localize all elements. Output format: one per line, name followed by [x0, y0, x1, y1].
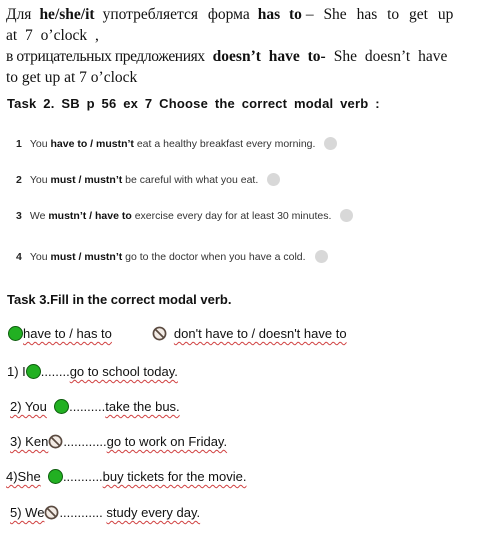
answer-circle-icon[interactable]	[314, 250, 328, 263]
intro-line-3: в отрицательных предложениях doesn’t have…	[6, 46, 494, 67]
sentence-subject: 1) I	[7, 364, 26, 379]
task3-title: Task 3.Fill in the correct modal verb.	[7, 292, 232, 307]
blank-input[interactable]: ..........	[69, 399, 105, 414]
task3-item: 4)She ........... buy tickets for the mo…	[6, 469, 246, 484]
task2-item: 1 You have to / mustn’t eat a healthy br…	[16, 137, 338, 150]
task2-item: 3 We mustn’t / have to exercise every da…	[16, 209, 354, 222]
intro-paragraph: Для he/she/it употребляется форма has to – …	[6, 4, 494, 88]
task3-item: 5) We ............ study every day.	[10, 505, 200, 520]
task2-title: Task 2. SB p 56 ex 7 Choose the correct …	[7, 96, 380, 111]
blank-input[interactable]: ............	[59, 505, 102, 520]
answer-circle-icon[interactable]	[267, 173, 281, 186]
intro-line-2: at 7 o’clock ,	[6, 27, 99, 44]
green-circle-icon	[54, 399, 70, 414]
bold-term: doesn’t have to-	[212, 48, 326, 65]
prohibited-icon	[152, 326, 167, 341]
sentence-subject: 5) We	[10, 505, 45, 520]
intro-line-4: to get up at 7 o’clock	[6, 69, 138, 86]
green-circle-icon	[25, 364, 41, 379]
sentence-rest: go to work on Friday.	[106, 434, 228, 449]
task3-item: 1) I ........ go to school today.	[7, 364, 178, 379]
sentence-rest: study every day.	[106, 505, 201, 520]
blank-input[interactable]: ...........	[63, 469, 103, 484]
green-circle-icon	[8, 326, 23, 341]
item-number: 2	[16, 173, 22, 186]
text: go to the doctor when you have a cold.	[125, 250, 306, 263]
bold-term: he/she/it	[39, 6, 95, 23]
prohibited-icon	[48, 434, 63, 449]
sentence-subject: 2) You	[10, 399, 47, 414]
text: употребляется форма	[102, 6, 250, 23]
answer-circle-icon[interactable]	[324, 137, 338, 150]
text: eat a healthy breakfast every morning.	[136, 137, 316, 150]
answer-circle-icon[interactable]	[340, 209, 354, 222]
text: She doesn’t have	[333, 48, 448, 65]
text: – She has to get up	[305, 6, 454, 23]
choice-options[interactable]: mustn’t / have to	[48, 210, 131, 222]
legend-positive-label: have to / has to	[23, 326, 112, 341]
intro-line-1: Для he/she/it употребляется форма has to – …	[6, 4, 494, 25]
text: We	[29, 209, 46, 222]
task2-item: 2 You must / mustn’t be careful with wha…	[16, 173, 281, 186]
choice-options[interactable]: must / mustn’t	[50, 174, 122, 186]
blank-input[interactable]: ........	[41, 364, 70, 379]
text: exercise every day for at least 30 minut…	[134, 209, 332, 222]
sentence-rest: go to school today.	[69, 364, 178, 379]
text: You	[29, 137, 48, 150]
legend-negative-label: don't have to / doesn't have to	[173, 326, 347, 341]
sentence-rest: buy tickets for the movie.	[102, 469, 247, 484]
sentence-subject: 4)She	[6, 469, 41, 484]
item-number: 3	[16, 209, 22, 222]
blank-input[interactable]: ............	[63, 434, 106, 449]
legend: have to / has to don't have to / doesn't…	[8, 326, 347, 341]
choice-options[interactable]: must / mustn’t	[50, 251, 122, 263]
item-number: 4	[16, 250, 22, 263]
task2-item: 4 You must / mustn’t go to the doctor wh…	[16, 250, 328, 263]
prohibited-icon	[45, 505, 59, 520]
text: be careful with what you eat.	[125, 173, 259, 186]
text: в отрицательных предложениях	[6, 48, 205, 65]
choice-options[interactable]: have to / mustn’t	[50, 138, 133, 150]
text: You	[29, 173, 48, 186]
text: Для	[6, 6, 32, 23]
sentence-rest: take the bus.	[105, 399, 180, 414]
green-circle-icon	[47, 469, 63, 484]
text: You	[29, 250, 48, 263]
item-number: 1	[16, 137, 22, 150]
sentence-subject: 3) Ken	[10, 434, 49, 449]
bold-term: has to	[257, 6, 302, 23]
task3-item: 2) You .......... take the bus.	[10, 399, 180, 414]
task3-item: 3) Ken ............ go to work on Friday…	[10, 434, 227, 449]
